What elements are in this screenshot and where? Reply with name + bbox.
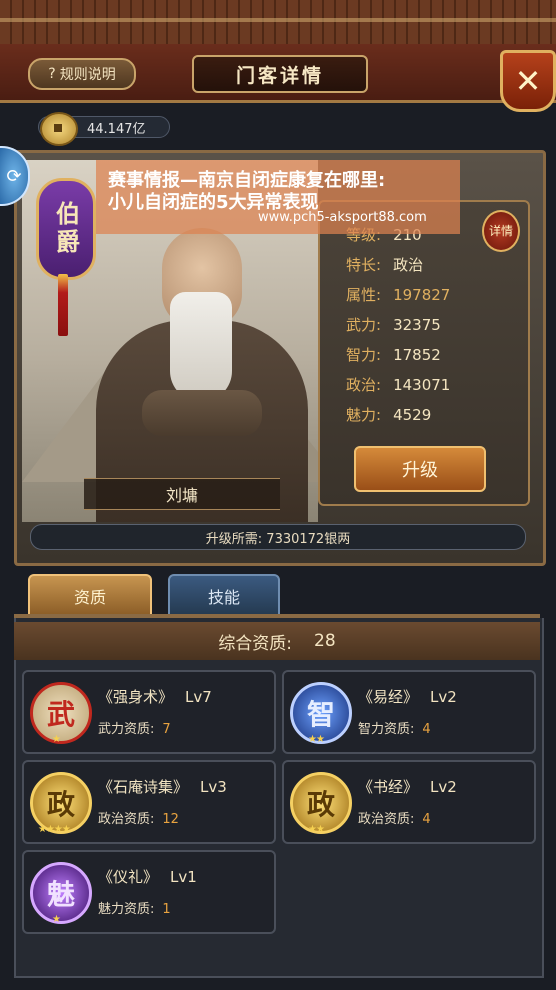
skill-card[interactable]: 政 ★★★★ 《石庵诗集》 Lv3 政治资质: 12 <box>22 760 276 844</box>
stat-attribute: 属性: 197827 <box>346 286 451 304</box>
martial-icon: 武 <box>30 682 92 744</box>
skill-card[interactable]: 政 ★★ 《书经》 Lv2 政治资质: 4 <box>282 760 536 844</box>
stat-force: 武力: 32375 <box>346 316 441 334</box>
skill-aptitude: 魅力资质: 1 <box>98 902 171 917</box>
total-aptitude-value: 28 <box>314 631 336 651</box>
stat-intelligence: 智力: 17852 <box>346 346 441 364</box>
skill-aptitude: 政治资质: 4 <box>358 812 431 827</box>
total-aptitude: 综合资质: 28 <box>14 622 540 660</box>
skill-aptitude: 智力资质: 4 <box>358 722 431 737</box>
rules-label: 规则说明 <box>59 67 116 83</box>
upgrade-cost: 升级所需: 7330172银两 <box>30 524 526 550</box>
skill-stars: ★ <box>52 914 61 925</box>
skill-stars: ★★ <box>308 734 325 745</box>
skill-card[interactable]: 魅 ★ 《仪礼》 Lv1 魅力资质: 1 <box>22 850 276 934</box>
skill-aptitude: 政治资质: 12 <box>98 812 179 827</box>
skill-stars: ★★ <box>308 824 325 835</box>
stat-specialty: 特长: 政治 <box>346 256 424 274</box>
skill-card[interactable]: 智 ★★ 《易经》 Lv2 智力资质: 4 <box>282 670 536 754</box>
page-title: 门客详情 <box>192 55 368 93</box>
tab-skills[interactable]: 技能 <box>168 574 280 618</box>
skill-stars: ★★★★ <box>38 824 71 835</box>
coin-icon <box>40 112 78 146</box>
detail-button[interactable]: 详情 <box>482 210 520 252</box>
hero-name: 刘墉 <box>84 478 280 510</box>
skill-stars: ★ <box>52 734 61 745</box>
stat-politics: 政治: 143071 <box>346 376 451 394</box>
skill-name: 《仪礼》 Lv1 <box>98 868 197 886</box>
promo-url: www.pch5-aksport88.com <box>258 210 427 225</box>
rank-badge: 伯爵 <box>36 178 96 280</box>
stat-charm: 魅力: 4529 <box>346 406 432 424</box>
charm-icon: 魅 <box>30 862 92 924</box>
close-button[interactable]: ✕ <box>500 50 556 112</box>
question-icon: ? <box>48 66 56 82</box>
skill-aptitude: 武力资质: 7 <box>98 722 171 737</box>
total-aptitude-label: 综合资质: <box>218 633 293 654</box>
close-icon: ✕ <box>514 62 542 100</box>
tab-aptitude[interactable]: 资质 <box>28 574 152 618</box>
skill-name: 《易经》 Lv2 <box>358 688 457 706</box>
skill-name: 《石庵诗集》 Lv3 <box>98 778 227 796</box>
tassel-decoration <box>58 274 68 336</box>
skill-name: 《强身术》 Lv7 <box>98 688 212 706</box>
skill-name: 《书经》 Lv2 <box>358 778 457 796</box>
upgrade-button[interactable]: 升级 <box>354 446 486 492</box>
skill-card[interactable]: 武 ★ 《强身术》 Lv7 武力资质: 7 <box>22 670 276 754</box>
rules-button[interactable]: ? 规则说明 <box>28 58 136 90</box>
